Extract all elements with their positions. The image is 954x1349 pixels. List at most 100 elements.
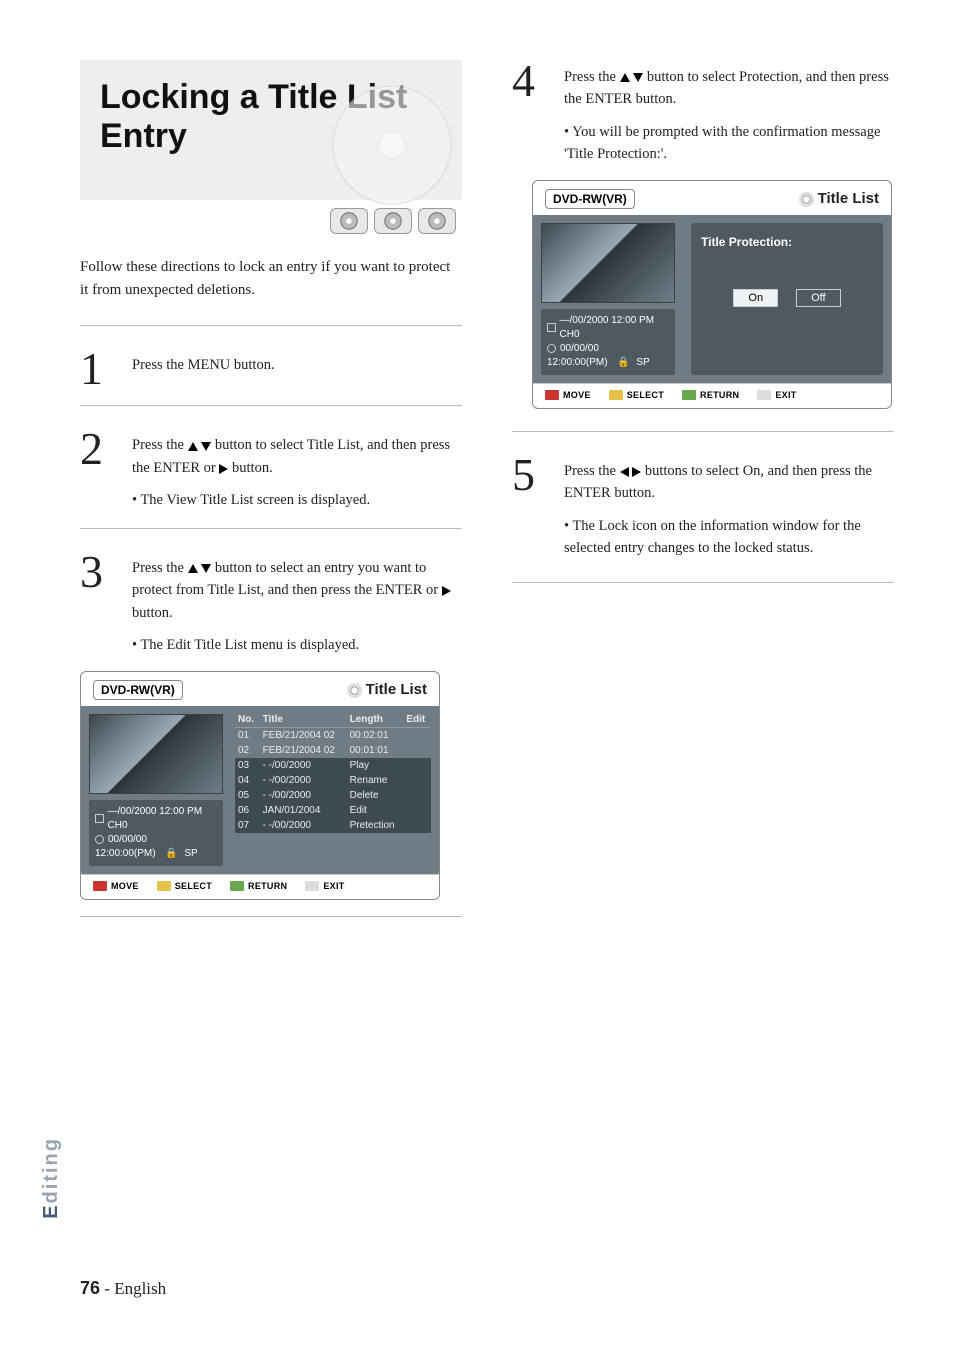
divider [512,582,894,583]
table-row: 07- -/00/2000Pretection [235,818,431,833]
down-arrow-icon [201,442,211,451]
divider [80,528,462,529]
table-row: 06JAN/01/2004Edit [235,803,431,818]
right-arrow-icon [442,586,451,596]
footer-select: SELECT [627,390,664,400]
preview-thumbnail [89,714,223,794]
footer-return: RETURN [700,390,739,400]
green-key-icon [682,390,696,400]
step-bullet: • The Lock icon on the information windo… [564,515,894,560]
disc-mode-label: DVD-RW(VR) [93,680,183,700]
protection-prompt: Title Protection: [701,233,873,251]
step-4: 4 Press the button to select Protection,… [512,60,894,166]
info-line1: —/00/2000 12:00 PM CH0 [560,314,669,342]
osd-title: Title List [366,681,427,698]
clock-icon [547,344,556,353]
step-text-c: button. [132,605,173,621]
disc-badge-3 [418,208,456,234]
divider [80,325,462,326]
yellow-key-icon [157,881,171,891]
title-list-osd: DVD-RW(VR) Title List —/00/2000 12:00 PM… [80,671,440,900]
info-line3a: 12:00:00(PM) [95,847,156,861]
step-text-a: Press the [564,69,620,85]
step-5: 5 Press the buttons to select On, and th… [512,454,894,560]
info-line3b: SP [184,847,197,861]
preview-info: —/00/2000 12:00 PM CH0 00/00/00 12:00:00… [89,800,223,866]
step-bullet: • The Edit Title List menu is displayed. [132,634,462,656]
page-number: 76 [80,1278,100,1298]
info-line3a: 12:00:00(PM) [547,356,608,370]
col-edit: Edit [403,712,431,728]
step-bullet: • The View Title List screen is displaye… [132,489,462,511]
divider [512,431,894,432]
col-length: Length [347,712,404,728]
green-key-icon [230,881,244,891]
step-number: 2 [80,428,116,511]
table-row: 03- -/00/2000Play [235,758,431,773]
col-title: Title [260,712,347,728]
preview-thumbnail [541,223,675,303]
step-3: 3 Press the button to select an entry yo… [80,551,462,657]
step-2: 2 Press the button to select Title List,… [80,428,462,511]
footer-exit: EXIT [775,390,796,400]
grey-key-icon [305,881,319,891]
col-no: No. [235,712,260,728]
footer-exit: EXIT [323,881,344,891]
divider [80,405,462,406]
footer-move: MOVE [111,881,139,891]
yellow-key-icon [609,390,623,400]
disc-badge-1 [330,208,368,234]
intro-text: Follow these directions to lock an entry… [80,256,462,301]
info-line2: 00/00/00 [108,833,147,847]
square-icon [547,323,556,332]
footer-select: SELECT [175,881,212,891]
table-row: 01FEB/21/2004 0200:02:01 [235,727,431,743]
disc-badge-2 [374,208,412,234]
step-text-a: Press the [132,560,188,576]
off-button[interactable]: Off [796,289,840,307]
disc-icon [347,683,362,698]
right-arrow-icon [219,464,228,474]
preview-info: —/00/2000 12:00 PM CH0 00/00/00 12:00:00… [541,309,675,375]
step-text-a: Press the [132,437,188,453]
page-language: English [114,1279,166,1298]
on-button[interactable]: On [733,289,778,307]
step-number: 4 [512,60,548,166]
section-tab-rest: diting [40,1137,62,1203]
footer-return: RETURN [248,881,287,891]
page-footer: 76 - English [80,1278,166,1299]
up-arrow-icon [188,442,198,451]
title-list-table: No. Title Length Edit 01FEB/21/2004 0200… [235,712,431,833]
disc-icon [799,192,814,207]
osd-title: Title List [818,190,879,207]
step-text-a: Press the [564,463,620,479]
step-text-c: button. [232,460,273,476]
grey-key-icon [757,390,771,400]
info-line2: 00/00/00 [560,342,599,356]
table-row: 05- -/00/2000Delete [235,788,431,803]
info-line3b: SP [636,356,649,370]
section-tab-initial: E [40,1204,62,1219]
right-arrow-icon [632,467,641,477]
table-row: 02FEB/21/2004 0200:01:01 [235,743,431,758]
disc-graphic [332,85,452,205]
step-number: 5 [512,454,548,560]
info-line1: —/00/2000 12:00 PM CH0 [108,805,217,833]
step-1: 1 Press the MENU button. [80,348,462,389]
up-arrow-icon [620,73,630,82]
red-key-icon [93,881,107,891]
up-arrow-icon [188,564,198,573]
down-arrow-icon [633,73,643,82]
divider [80,916,462,917]
step-bullet: • You will be prompted with the confirma… [564,121,894,166]
step-number: 3 [80,551,116,657]
down-arrow-icon [201,564,211,573]
step-number: 1 [80,348,116,389]
disc-mode-label: DVD-RW(VR) [545,189,635,209]
disc-type-badges [80,208,462,234]
left-arrow-icon [620,467,629,477]
protection-osd: DVD-RW(VR) Title List —/00/2000 12:00 PM… [532,180,892,409]
clock-icon [95,835,104,844]
title-block: Locking a Title List Entry [80,60,462,200]
square-icon [95,814,104,823]
